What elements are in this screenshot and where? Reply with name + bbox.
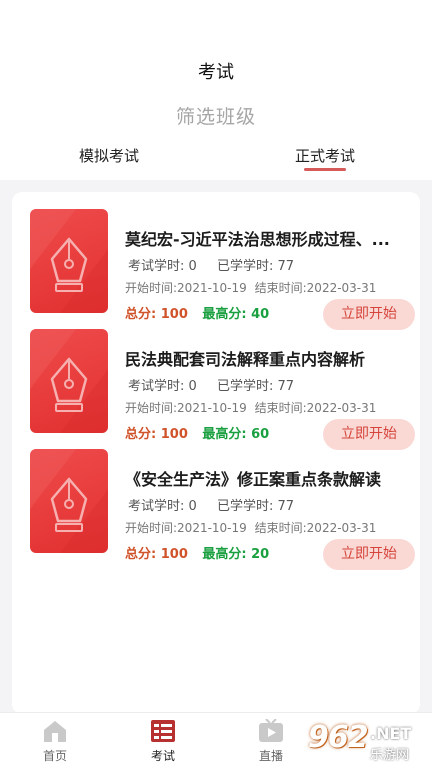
nav-label-home: 首页	[42, 749, 67, 763]
start-time-label: 开始时间:	[125, 401, 178, 415]
total-score-value: 100	[160, 547, 188, 562]
best-score-label: 最高分:	[202, 427, 247, 442]
live-tv-icon	[259, 719, 283, 742]
exam-hours: 考试学时: 0 已学学时: 77	[128, 495, 294, 514]
nav-label-exam: 考试	[150, 749, 175, 763]
exam-thumbnail	[30, 329, 108, 433]
exam-hours-value: 0	[188, 379, 197, 394]
total-score-value: 100	[160, 427, 188, 442]
nav-item-home[interactable]: 首页	[20, 713, 90, 768]
exam-thumbnail	[30, 209, 108, 313]
watermark-subtitle: 乐游网	[370, 748, 410, 763]
studied-hours-label: 已学学时:	[216, 379, 274, 394]
exam-title: 民法典配套司法解释重点内容解析	[125, 350, 366, 369]
watermark-brand: 962	[308, 720, 369, 755]
best-score-label: 最高分:	[202, 307, 247, 322]
exam-card[interactable]: 民法典配套司法解释重点内容解析 考试学时: 0 已学学时: 77 开始时间:20…	[12, 329, 420, 450]
fountain-pen-icon	[30, 209, 108, 313]
exam-hours-label: 考试学时:	[128, 379, 185, 394]
best-score-value: 60	[251, 427, 270, 442]
start-time-label: 开始时间:	[125, 281, 178, 295]
exam-scores: 总分: 100 最高分: 40	[125, 303, 269, 322]
end-time-value: 2022-03-31	[306, 401, 377, 415]
page-title: 考试	[198, 62, 234, 83]
exam-times: 开始时间:2021-10-19 结束时间:2022-03-31	[125, 279, 376, 296]
exam-scores: 总分: 100 最高分: 60	[125, 423, 269, 442]
end-time-label: 结束时间:	[254, 521, 307, 535]
exam-times: 开始时间:2021-10-19 结束时间:2022-03-31	[125, 399, 376, 416]
studied-hours-value: 77	[277, 499, 295, 514]
start-time-value: 2021-10-19	[177, 281, 247, 295]
start-time-value: 2021-10-19	[177, 401, 247, 415]
best-score-label: 最高分:	[202, 547, 247, 562]
start-exam-button[interactable]: 立即开始	[323, 539, 415, 570]
active-tab-indicator	[304, 168, 346, 171]
studied-hours-value: 77	[277, 259, 295, 274]
exam-hours-value: 0	[188, 259, 197, 274]
site-watermark: 962 .NET 乐游网	[300, 718, 432, 766]
watermark-suffix: .NET	[370, 724, 412, 743]
total-score-value: 100	[160, 307, 188, 322]
exam-times: 开始时间:2021-10-19 结束时间:2022-03-31	[125, 519, 376, 536]
tab-mock-exam[interactable]: 模拟考试	[49, 145, 169, 166]
exam-tabs: 模拟考试 正式考试	[0, 145, 432, 177]
home-icon	[44, 721, 66, 742]
total-score-label: 总分:	[125, 547, 157, 562]
nav-label-live: 直播	[258, 749, 283, 763]
end-time-value: 2022-03-31	[306, 521, 377, 535]
studied-hours-label: 已学学时:	[216, 499, 274, 514]
studied-hours-label: 已学学时:	[216, 259, 274, 274]
tab-formal-exam[interactable]: 正式考试	[265, 145, 385, 166]
exam-hours-label: 考试学时:	[128, 499, 185, 514]
start-exam-button[interactable]: 立即开始	[323, 419, 415, 450]
exam-hours-value: 0	[188, 499, 197, 514]
total-score-label: 总分:	[125, 307, 157, 322]
exam-hours: 考试学时: 0 已学学时: 77	[128, 375, 294, 394]
exam-hours: 考试学时: 0 已学学时: 77	[128, 255, 294, 274]
start-exam-button[interactable]: 立即开始	[323, 299, 415, 330]
exam-card[interactable]: 莫纪宏-习近平法治思想形成过程、... 考试学时: 0 已学学时: 77 开始时…	[12, 209, 420, 330]
nav-item-exam[interactable]: 考试	[128, 713, 198, 768]
start-time-label: 开始时间:	[125, 521, 178, 535]
exam-scores: 总分: 100 最高分: 20	[125, 543, 269, 562]
exam-hours-label: 考试学时:	[128, 259, 185, 274]
studied-hours-value: 77	[277, 379, 295, 394]
fountain-pen-icon	[30, 449, 108, 553]
end-time-value: 2022-03-31	[306, 281, 377, 295]
exam-card[interactable]: 《安全生产法》修正案重点条款解读 考试学时: 0 已学学时: 77 开始时间:2…	[12, 449, 420, 570]
fountain-pen-icon	[30, 329, 108, 433]
best-score-value: 40	[251, 307, 270, 322]
exam-thumbnail	[30, 449, 108, 553]
best-score-value: 20	[251, 547, 270, 562]
exam-title: 莫纪宏-习近平法治思想形成过程、...	[125, 230, 390, 249]
start-time-value: 2021-10-19	[177, 521, 247, 535]
end-time-label: 结束时间:	[254, 401, 307, 415]
total-score-label: 总分:	[125, 427, 157, 442]
filter-class-button[interactable]: 筛选班级	[0, 102, 432, 129]
exam-list-icon	[151, 720, 175, 742]
nav-item-live[interactable]: 直播	[236, 713, 306, 768]
exam-list: 莫纪宏-习近平法治思想形成过程、... 考试学时: 0 已学学时: 77 开始时…	[12, 192, 420, 714]
end-time-label: 结束时间:	[254, 281, 307, 295]
exam-title: 《安全生产法》修正案重点条款解读	[125, 470, 382, 489]
